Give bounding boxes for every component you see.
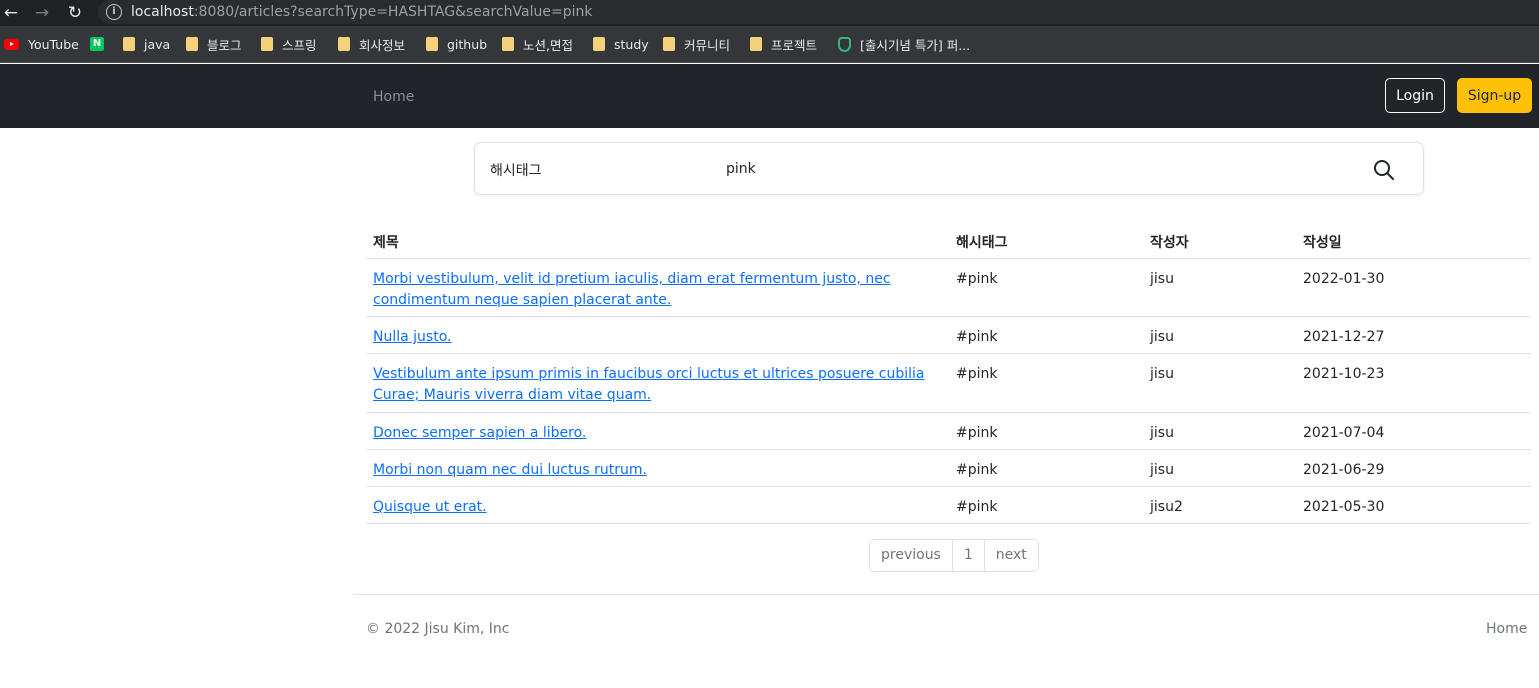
bookmark-spring[interactable]: 스프링 bbox=[261, 36, 317, 53]
footer-copyright: © 2022 Jisu Kim, Inc bbox=[366, 621, 510, 637]
table-row: Morbi vestibulum, velit id pretium iacul… bbox=[366, 259, 1531, 317]
login-button[interactable]: Login bbox=[1385, 78, 1445, 113]
bookmark-github[interactable]: github bbox=[426, 36, 487, 52]
search-type-select[interactable]: 해시태그 bbox=[490, 160, 542, 180]
folder-icon bbox=[261, 37, 273, 51]
article-date: 2021-10-23 bbox=[1303, 366, 1385, 382]
search-form: 해시태그 pink bbox=[474, 142, 1424, 195]
folder-icon bbox=[338, 37, 350, 51]
bookmark-notion-interview[interactable]: 노션,면접 bbox=[502, 36, 573, 53]
bookmarks-bar: YouTube N java 블로그 스프링 회사정보 github 노션,면접… bbox=[0, 26, 1539, 63]
browser-address-bar: ← → ↻ i localhost:8080/articles?searchTy… bbox=[0, 0, 1539, 26]
folder-icon bbox=[750, 37, 762, 51]
header-hashtag[interactable]: 해시태그 bbox=[956, 232, 1008, 252]
article-author: jisu bbox=[1150, 462, 1174, 478]
url-text[interactable]: localhost:8080/articles?searchType=HASHT… bbox=[131, 4, 592, 20]
bookmark-company-info[interactable]: 회사정보 bbox=[338, 36, 405, 53]
bookmark-promo[interactable]: [출시기념 특가] 퍼... bbox=[838, 36, 970, 53]
bookmark-project[interactable]: 프로젝트 bbox=[750, 36, 817, 53]
next-page-button[interactable]: next bbox=[984, 540, 1038, 571]
forward-arrow-icon[interactable]: → bbox=[31, 2, 53, 24]
info-icon[interactable]: i bbox=[106, 4, 122, 20]
bookmark-java[interactable]: java bbox=[123, 36, 170, 52]
search-icon[interactable] bbox=[1373, 159, 1395, 181]
article-title-link[interactable]: Morbi vestibulum, velit id pretium iacul… bbox=[373, 269, 948, 311]
bookmark-blog[interactable]: 블로그 bbox=[186, 36, 242, 53]
article-date: 2021-07-04 bbox=[1303, 425, 1385, 441]
article-hashtag: #pink bbox=[956, 499, 998, 515]
bookmark-community[interactable]: 커뮤니티 bbox=[663, 36, 730, 53]
reload-icon[interactable]: ↻ bbox=[64, 2, 86, 24]
table-row: Morbi non quam nec dui luctus rutrum. #p… bbox=[366, 450, 1531, 487]
article-hashtag: #pink bbox=[956, 366, 998, 382]
footer-home-link[interactable]: Home bbox=[1486, 621, 1527, 637]
article-hashtag: #pink bbox=[956, 271, 998, 287]
table-row: Vestibulum ante ipsum primis in faucibus… bbox=[366, 354, 1531, 413]
page-number-button[interactable]: 1 bbox=[952, 540, 985, 571]
article-date: 2021-05-30 bbox=[1303, 499, 1385, 515]
article-author: jisu bbox=[1150, 425, 1174, 441]
article-author: jisu bbox=[1150, 271, 1174, 287]
table-row: Quisque ut erat. #pink jisu2 2021-05-30 bbox=[366, 487, 1531, 524]
article-date: 2021-06-29 bbox=[1303, 462, 1385, 478]
folder-icon bbox=[426, 37, 438, 51]
article-title-link[interactable]: Quisque ut erat. bbox=[373, 497, 948, 518]
naver-icon: N bbox=[90, 37, 104, 51]
folder-icon bbox=[123, 37, 135, 51]
article-title-link[interactable]: Nulla justo. bbox=[373, 327, 948, 348]
folder-icon bbox=[502, 37, 514, 51]
article-author: jisu2 bbox=[1150, 499, 1183, 515]
youtube-icon bbox=[4, 38, 19, 50]
folder-icon bbox=[663, 37, 675, 51]
article-author: jisu bbox=[1150, 366, 1174, 382]
nav-home-link[interactable]: Home bbox=[373, 89, 414, 105]
header-title[interactable]: 제목 bbox=[373, 232, 399, 252]
previous-page-button[interactable]: previous bbox=[870, 540, 953, 571]
article-hashtag: #pink bbox=[956, 462, 998, 478]
table-header: 제목 해시태그 작성자 작성일 bbox=[366, 222, 1531, 259]
article-title-link[interactable]: Morbi non quam nec dui luctus rutrum. bbox=[373, 460, 948, 481]
footer-divider bbox=[354, 594, 1539, 595]
bookmark-study[interactable]: study bbox=[593, 36, 649, 52]
article-hashtag: #pink bbox=[956, 425, 998, 441]
shield-icon bbox=[838, 36, 851, 52]
header-date[interactable]: 작성일 bbox=[1303, 232, 1342, 252]
table-row: Donec semper sapien a libero. #pink jisu… bbox=[366, 413, 1531, 450]
article-author: jisu bbox=[1150, 329, 1174, 345]
header-author[interactable]: 작성자 bbox=[1150, 232, 1189, 252]
article-table: 제목 해시태그 작성자 작성일 Morbi vestibulum, velit … bbox=[366, 222, 1531, 524]
article-title-link[interactable]: Vestibulum ante ipsum primis in faucibus… bbox=[373, 364, 948, 406]
navbar: Home Login Sign-up bbox=[0, 64, 1539, 128]
article-title-link[interactable]: Donec semper sapien a libero. bbox=[373, 423, 948, 444]
folder-icon bbox=[186, 37, 198, 51]
table-row: Nulla justo. #pink jisu 2021-12-27 bbox=[366, 317, 1531, 354]
folder-icon bbox=[593, 37, 605, 51]
search-input[interactable]: pink bbox=[726, 161, 756, 177]
pagination: previous 1 next bbox=[869, 539, 1039, 572]
back-arrow-icon[interactable]: ← bbox=[0, 2, 22, 24]
bookmark-youtube[interactable]: YouTube bbox=[4, 36, 79, 52]
article-hashtag: #pink bbox=[956, 329, 998, 345]
article-date: 2021-12-27 bbox=[1303, 329, 1385, 345]
bookmark-naver[interactable]: N bbox=[90, 36, 113, 52]
article-date: 2022-01-30 bbox=[1303, 271, 1385, 287]
signup-button[interactable]: Sign-up bbox=[1457, 78, 1532, 113]
